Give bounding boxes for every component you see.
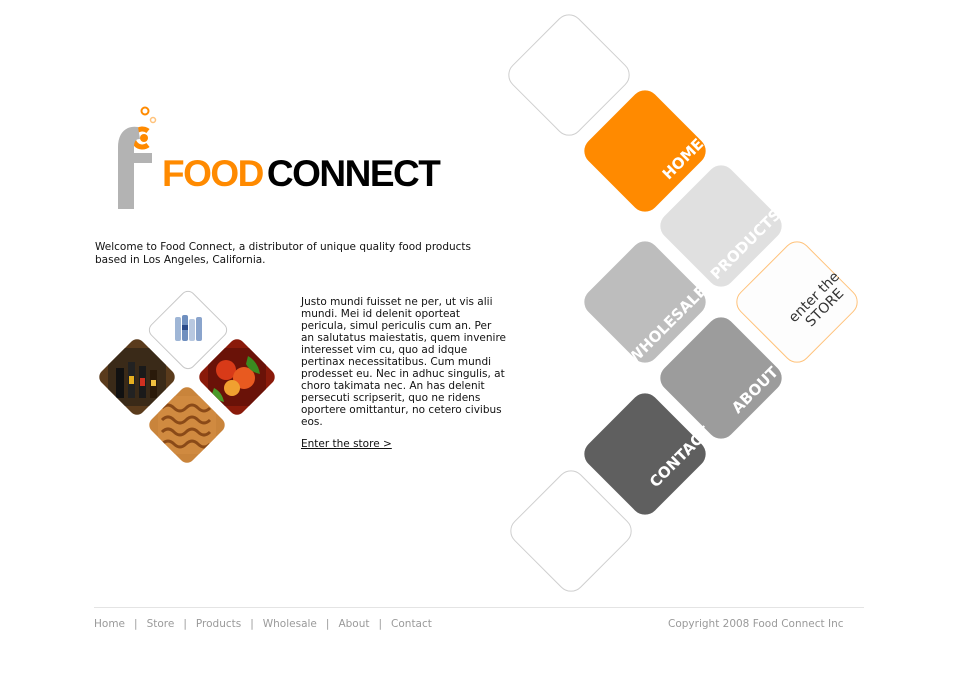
enter-store-link[interactable]: Enter the store > [301,438,392,450]
footer-separator: | [134,618,138,630]
copyright-text: Copyright 2008 Food Connect Inc [668,618,844,630]
footer-link-contact[interactable]: Contact [391,618,432,630]
footer-link-about[interactable]: About [338,618,369,630]
logo[interactable]: FOOD CONNECT [100,105,470,215]
footer-link-products[interactable]: Products [196,618,241,630]
footer-separator: | [250,618,254,630]
footer-link-wholesale[interactable]: Wholesale [263,618,317,630]
logo-mark-icon [118,106,157,209]
logo-wordmark: FOOD CONNECT [162,153,441,194]
footer-separator: | [325,618,330,630]
footer-divider [94,607,864,608]
logo-connect-text: CONNECT [266,153,441,194]
footer-link-store[interactable]: Store [147,618,175,630]
footer-separator: | [183,618,187,630]
footer-separator: | [378,618,383,630]
body-paragraph: Justo mundi fuisset ne per, ut vis alii … [301,296,506,428]
logo-food-text: FOOD [162,153,264,194]
footer-nav: Home | Store | Products | Wholesale | About | Cont… [94,618,432,630]
footer-link-home[interactable]: Home [94,618,125,630]
intro-text: Welcome to Food Connect, a distributor o… [95,241,472,266]
